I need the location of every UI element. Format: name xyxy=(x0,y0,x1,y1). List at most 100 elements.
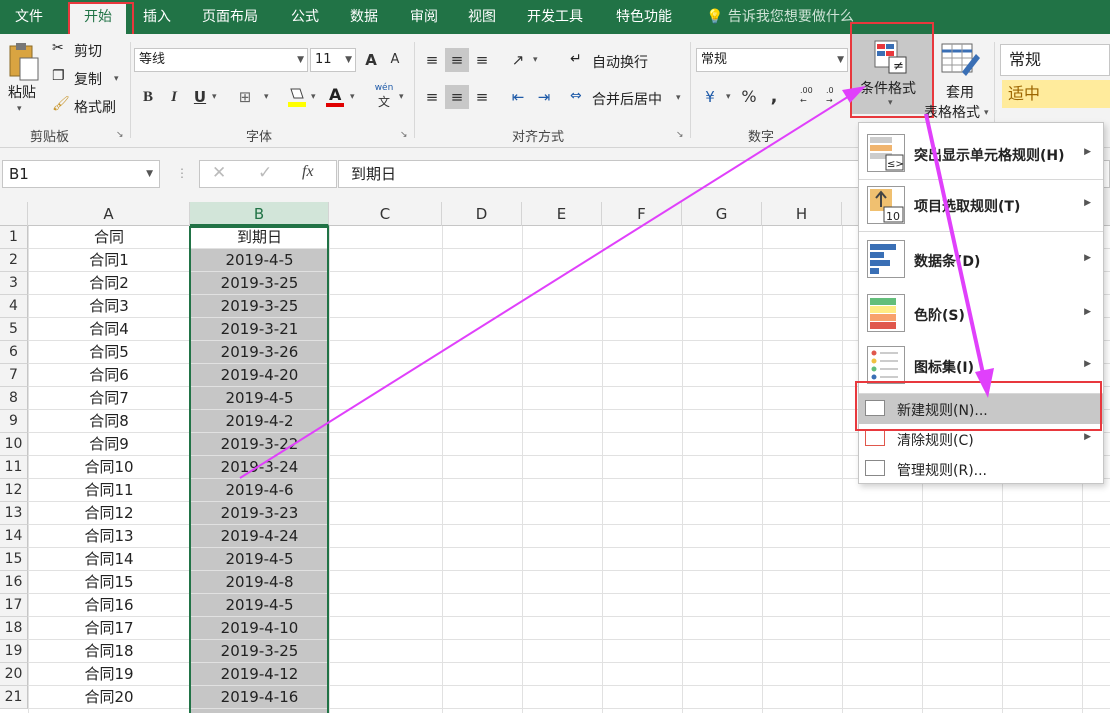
tab-view[interactable]: 视图 xyxy=(468,0,496,34)
shrink-font-button[interactable]: A xyxy=(386,48,404,72)
tab-special[interactable]: 特色功能 xyxy=(616,0,672,34)
copy-button[interactable]: 复制 xyxy=(74,69,102,89)
copy-dropdown-icon[interactable]: ▾ xyxy=(114,74,119,84)
cell-a[interactable]: 合同8 xyxy=(28,410,190,433)
cell-a[interactable]: 合同4 xyxy=(28,318,190,341)
accounting-format-icon[interactable]: ¥ xyxy=(698,85,722,109)
orientation-icon[interactable]: ↗ xyxy=(506,48,530,72)
tab-insert[interactable]: 插入 xyxy=(143,0,171,34)
cell-a[interactable]: 合同14 xyxy=(28,548,190,571)
tab-data[interactable]: 数据 xyxy=(350,0,378,34)
fill-color-dropdown-icon[interactable]: ▾ xyxy=(311,92,316,102)
row-header[interactable]: 19 xyxy=(0,640,28,663)
merge-dropdown-icon[interactable]: ▾ xyxy=(676,93,681,103)
phonetic-dropdown-icon[interactable]: ▾ xyxy=(399,92,404,102)
row-header[interactable]: 11 xyxy=(0,456,28,479)
insert-function-icon[interactable]: fx xyxy=(302,163,314,181)
cell-a[interactable]: 合同13 xyxy=(28,525,190,548)
row-header[interactable]: 13 xyxy=(0,502,28,525)
format-painter-button[interactable]: 格式刷 xyxy=(74,97,116,117)
cell-a[interactable]: 合同19 xyxy=(28,663,190,686)
column-header-h[interactable]: H xyxy=(762,202,842,226)
font-launcher-icon[interactable]: ↘ xyxy=(400,130,408,140)
paste-icon[interactable] xyxy=(6,42,40,82)
align-top-icon[interactable]: ≡ xyxy=(420,48,444,72)
underline-button[interactable]: U xyxy=(190,85,210,109)
enter-icon[interactable]: ✓ xyxy=(258,163,272,183)
borders-icon[interactable]: ⊞ xyxy=(234,85,256,109)
cell-a[interactable]: 合同7 xyxy=(28,387,190,410)
cell-style-normal[interactable]: 常规 xyxy=(1000,44,1110,76)
decrease-indent-icon[interactable]: ⇤ xyxy=(506,85,530,109)
percent-style-button[interactable]: % xyxy=(738,85,760,109)
row-header[interactable]: 14 xyxy=(0,525,28,548)
cell-a[interactable]: 合同15 xyxy=(28,571,190,594)
cell-a[interactable]: 合同16 xyxy=(28,594,190,617)
paste-button[interactable]: 粘贴 xyxy=(8,82,36,102)
tab-review[interactable]: 审阅 xyxy=(410,0,438,34)
menu-data-bars[interactable]: 数据条(D) ▶ xyxy=(859,235,1103,287)
underline-dropdown-icon[interactable]: ▾ xyxy=(212,92,217,102)
menu-manage-rules[interactable]: 管理规则(R)... xyxy=(859,454,1103,484)
format-as-table-line2[interactable]: 表格格式 xyxy=(924,102,980,122)
cell-a[interactable]: 合同2 xyxy=(28,272,190,295)
row-header[interactable]: 20 xyxy=(0,663,28,686)
row-header[interactable]: 17 xyxy=(0,594,28,617)
cell-a[interactable]: 合同 xyxy=(28,226,190,249)
paste-dropdown-icon[interactable]: ▾ xyxy=(17,104,22,114)
tell-me-search[interactable]: 💡 告诉我您想要做什么 xyxy=(706,0,854,34)
column-header-f[interactable]: F xyxy=(602,202,682,226)
row-header[interactable]: 6 xyxy=(0,341,28,364)
row-header[interactable]: 4 xyxy=(0,295,28,318)
cut-button[interactable]: 剪切 xyxy=(74,41,102,61)
align-left-icon[interactable]: ≡ xyxy=(420,85,444,109)
align-center-icon[interactable]: ≡ xyxy=(445,85,469,109)
row-header[interactable]: 7 xyxy=(0,364,28,387)
cancel-icon[interactable]: ✕ xyxy=(212,163,226,183)
decrease-decimal-button[interactable]: .0 → xyxy=(826,86,850,110)
align-middle-icon[interactable]: ≡ xyxy=(445,48,469,72)
column-header-c[interactable]: C xyxy=(329,202,442,226)
row-header[interactable]: 8 xyxy=(0,387,28,410)
menu-highlight-cells-rules[interactable]: ≤> 突出显示单元格规则(H) ▶ xyxy=(859,127,1103,179)
merge-center-button[interactable]: 合并后居中 xyxy=(592,89,662,109)
row-header[interactable]: 15 xyxy=(0,548,28,571)
cell-a[interactable]: 合同18 xyxy=(28,640,190,663)
number-format-combo[interactable]: 常规 ▼ xyxy=(696,48,848,72)
column-header-a[interactable]: A xyxy=(28,202,190,226)
comma-style-button[interactable]: , xyxy=(766,85,782,109)
column-header-b[interactable]: B xyxy=(190,202,329,226)
grow-font-button[interactable]: A xyxy=(362,48,380,72)
cell-a[interactable]: 合同20 xyxy=(28,686,190,709)
format-as-table-dropdown-icon[interactable]: ▾ xyxy=(984,108,989,118)
cell-a[interactable]: 合同17 xyxy=(28,617,190,640)
font-size-combo[interactable]: 11 ▼ xyxy=(310,48,356,72)
row-header[interactable]: 2 xyxy=(0,249,28,272)
tab-page-layout[interactable]: 页面布局 xyxy=(202,0,258,34)
format-as-table-icon[interactable] xyxy=(940,42,980,78)
clipboard-launcher-icon[interactable]: ↘ xyxy=(116,130,124,140)
accounting-dropdown-icon[interactable]: ▾ xyxy=(726,92,731,102)
tab-formulas[interactable]: 公式 xyxy=(291,0,319,34)
chevron-down-icon[interactable]: ▼ xyxy=(146,161,153,187)
phonetic-guide-button[interactable]: wén 文 xyxy=(372,83,396,111)
row-header[interactable]: 1 xyxy=(0,226,28,249)
column-header-e[interactable]: E xyxy=(522,202,602,226)
cell-a[interactable]: 合同10 xyxy=(28,456,190,479)
row-header[interactable]: 10 xyxy=(0,433,28,456)
align-right-icon[interactable]: ≡ xyxy=(470,85,494,109)
borders-dropdown-icon[interactable]: ▾ xyxy=(264,92,269,102)
row-header[interactable]: 21 xyxy=(0,686,28,709)
cell-a[interactable]: 合同9 xyxy=(28,433,190,456)
name-box[interactable]: B1 ▼ xyxy=(2,160,160,188)
cell-a[interactable]: 合同5 xyxy=(28,341,190,364)
orientation-dropdown-icon[interactable]: ▾ xyxy=(533,55,538,65)
cell-style-neutral[interactable]: 适中 xyxy=(1002,80,1110,108)
increase-indent-icon[interactable]: ⇥ xyxy=(532,85,556,109)
font-name-combo[interactable]: 等线 ▼ xyxy=(134,48,308,72)
align-bottom-icon[interactable]: ≡ xyxy=(470,48,494,72)
cell-a[interactable]: 合同11 xyxy=(28,479,190,502)
cell-a[interactable]: 合同6 xyxy=(28,364,190,387)
increase-decimal-button[interactable]: .00 ← xyxy=(800,86,824,110)
tab-file[interactable]: 文件 xyxy=(15,0,43,34)
